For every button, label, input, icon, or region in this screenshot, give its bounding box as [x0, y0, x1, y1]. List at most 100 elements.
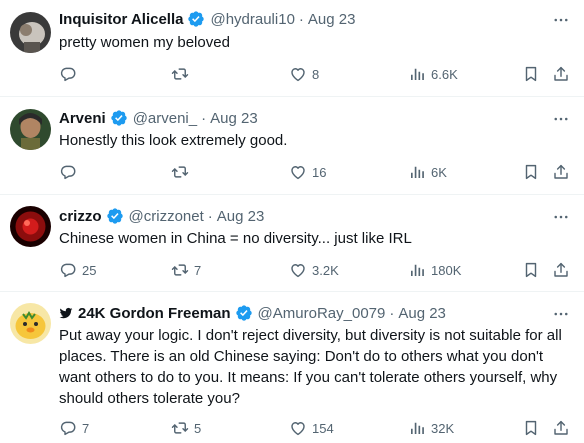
views-button[interactable]: 6K	[408, 162, 447, 182]
bookmark-icon	[522, 419, 540, 437]
views-button[interactable]: 32K	[408, 418, 454, 438]
action-bar: 7 5 154 32K	[59, 418, 570, 438]
author-handle[interactable]: @AmuroRay_0079	[258, 305, 386, 322]
tweet-header: Inquisitor Alicella @hydrauli10 · Aug 23	[59, 8, 355, 30]
retweet-button[interactable]	[171, 64, 194, 84]
share-button[interactable]	[552, 64, 570, 84]
bookmark-button[interactable]	[522, 418, 540, 438]
reply-icon	[59, 65, 77, 83]
verified-badge-icon	[187, 10, 205, 28]
heart-icon	[289, 419, 307, 437]
heart-icon	[289, 163, 307, 181]
verified-badge-icon	[235, 304, 253, 322]
retweet-button[interactable]: 7	[171, 260, 201, 280]
author-name[interactable]: 24K Gordon Freeman	[78, 305, 231, 322]
like-button[interactable]: 3.2K	[289, 260, 339, 280]
avatar[interactable]	[10, 12, 51, 53]
reply-count: 7	[82, 420, 90, 436]
bookmark-button[interactable]	[522, 260, 540, 280]
tweet-date[interactable]: Aug 23	[217, 208, 265, 225]
share-button[interactable]	[552, 260, 570, 280]
tweet-header: 24K Gordon Freeman @AmuroRay_0079 · Aug …	[59, 302, 446, 324]
like-button[interactable]: 16	[289, 162, 326, 182]
author-name[interactable]: Arveni	[59, 110, 106, 127]
reply-button[interactable]: 25	[59, 260, 96, 280]
tweet-date[interactable]: Aug 23	[308, 11, 356, 28]
views-icon	[408, 261, 426, 279]
retweet-button[interactable]	[171, 162, 194, 182]
reply-button[interactable]	[59, 162, 82, 182]
heart-icon	[289, 261, 307, 279]
views-button[interactable]: 180K	[408, 260, 461, 280]
tweet-2[interactable]: Arveni @arveni_ · Aug 23 Honestly this l…	[0, 97, 584, 195]
action-bar: 16 6K	[59, 162, 570, 182]
tweet-date[interactable]: Aug 23	[398, 305, 446, 322]
tweet-1[interactable]: Inquisitor Alicella @hydrauli10 · Aug 23…	[0, 0, 584, 97]
author-name[interactable]: crizzo	[59, 208, 102, 225]
share-icon	[552, 163, 570, 181]
retweet-icon	[171, 65, 189, 83]
reply-icon	[59, 261, 77, 279]
tweet-text: pretty women my beloved	[59, 34, 230, 51]
like-button[interactable]: 8	[289, 64, 319, 84]
author-handle[interactable]: @arveni_	[133, 110, 197, 127]
bookmark-icon	[522, 163, 540, 181]
author-name[interactable]: Inquisitor Alicella	[59, 11, 183, 28]
more-icon[interactable]	[552, 110, 570, 128]
retweet-button[interactable]: 5	[171, 418, 201, 438]
views-button[interactable]: 6.6K	[408, 64, 458, 84]
more-icon[interactable]	[552, 305, 570, 323]
like-count: 154	[312, 420, 334, 436]
tweet-text: Put away your logic. I don't reject dive…	[59, 327, 562, 407]
like-button[interactable]: 154	[289, 418, 334, 438]
tweet-text: Chinese women in China = no diversity...…	[59, 230, 412, 247]
separator: ·	[201, 109, 207, 127]
share-icon	[552, 65, 570, 83]
tweet-header: Arveni @arveni_ · Aug 23	[59, 107, 258, 129]
bookmark-icon	[522, 261, 540, 279]
reply-icon	[59, 419, 77, 437]
views-icon	[408, 163, 426, 181]
retweet-icon	[171, 261, 189, 279]
tweet-date[interactable]: Aug 23	[210, 110, 258, 127]
separator: ·	[298, 10, 304, 28]
more-icon[interactable]	[552, 208, 570, 226]
tweet-header: crizzo @crizzonet · Aug 23	[59, 205, 264, 227]
retweet-count: 5	[194, 420, 202, 436]
verified-badge-icon	[106, 207, 124, 225]
author-handle[interactable]: @crizzonet	[129, 208, 204, 225]
views-count: 6.6K	[431, 66, 458, 82]
reply-button[interactable]	[59, 64, 82, 84]
bookmark-button[interactable]	[522, 64, 540, 84]
bookmark-icon	[522, 65, 540, 83]
separator: ·	[207, 207, 213, 225]
views-count: 32K	[431, 420, 455, 436]
like-count: 8	[312, 66, 320, 82]
more-icon[interactable]	[552, 11, 570, 29]
share-button[interactable]	[552, 418, 570, 438]
reply-icon	[59, 163, 77, 181]
views-count: 180K	[431, 262, 462, 278]
views-icon	[408, 419, 426, 437]
tweet-3[interactable]: crizzo @crizzonet · Aug 23 Chinese women…	[0, 195, 584, 292]
retweet-icon	[171, 163, 189, 181]
avatar[interactable]	[10, 206, 51, 247]
author-handle[interactable]: @hydrauli10	[210, 11, 294, 28]
reply-button[interactable]: 7	[59, 418, 89, 438]
heart-icon	[289, 65, 307, 83]
share-icon	[552, 419, 570, 437]
share-icon	[552, 261, 570, 279]
action-bar: 25 7 3.2K 180K	[59, 260, 570, 280]
action-bar: 8 6.6K	[59, 64, 570, 84]
retweet-icon	[171, 419, 189, 437]
share-button[interactable]	[552, 162, 570, 182]
views-icon	[408, 65, 426, 83]
avatar[interactable]	[10, 303, 51, 344]
avatar[interactable]	[10, 109, 51, 150]
tweet-4[interactable]: 24K Gordon Freeman @AmuroRay_0079 · Aug …	[0, 292, 584, 443]
retweet-count: 7	[194, 262, 202, 278]
verified-badge-icon	[110, 109, 128, 127]
tweet-text: Honestly this look extremely good.	[59, 132, 288, 149]
bookmark-button[interactable]	[522, 162, 540, 182]
like-count: 16	[312, 164, 327, 180]
